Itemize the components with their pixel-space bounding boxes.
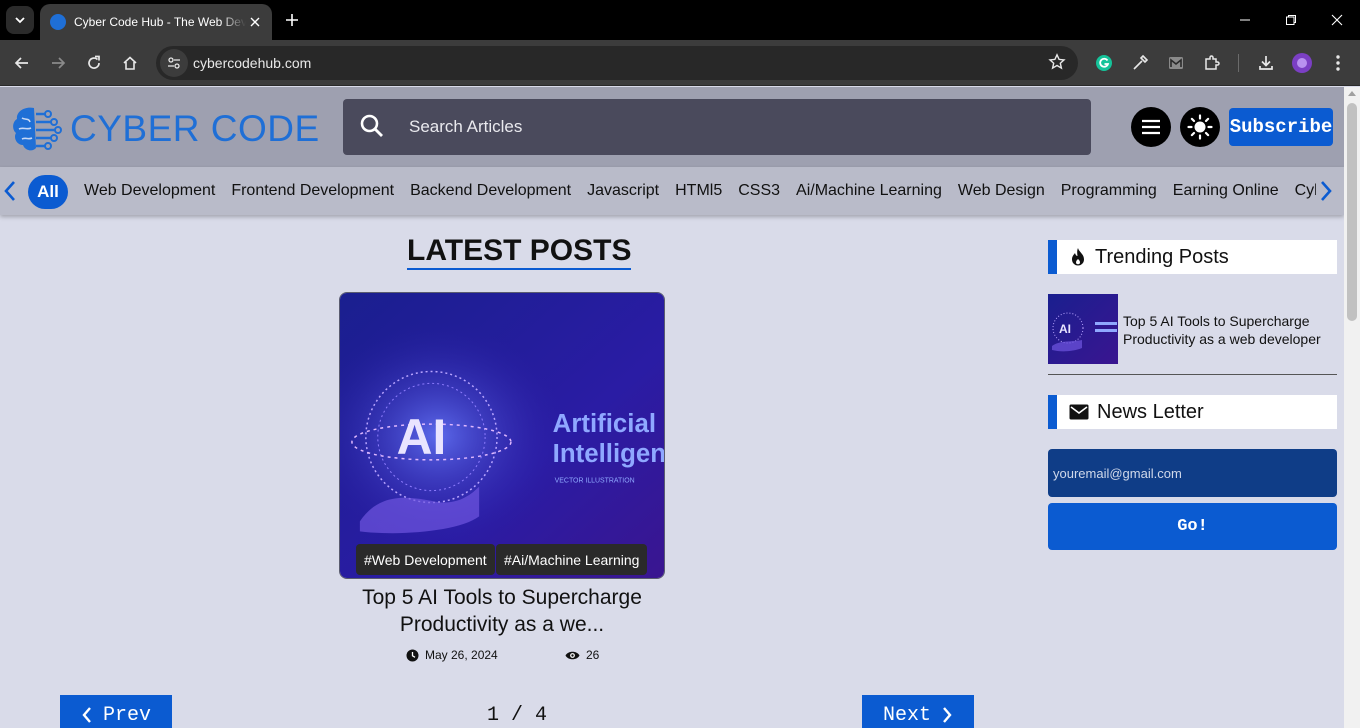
search-box[interactable] bbox=[343, 99, 1091, 155]
restore-icon[interactable] bbox=[1271, 6, 1311, 34]
home-icon[interactable] bbox=[116, 49, 144, 77]
newsletter-email-input[interactable] bbox=[1048, 449, 1337, 497]
mail-icon bbox=[1069, 404, 1089, 420]
tab-title: Cyber Code Hub - The Web Developer Hub bbox=[74, 15, 246, 29]
page-scrollbar[interactable] bbox=[1344, 87, 1360, 728]
site-logo[interactable]: CYBER CODE bbox=[10, 104, 320, 154]
scroll-up-arrow-icon[interactable] bbox=[1348, 91, 1356, 96]
close-window-icon[interactable] bbox=[1317, 6, 1357, 34]
category-scroll-left-icon[interactable] bbox=[0, 179, 20, 203]
post-image-text-line1: Artificial bbox=[553, 410, 656, 438]
fire-icon bbox=[1072, 248, 1084, 266]
grammarly-extension-icon[interactable] bbox=[1090, 49, 1118, 77]
profile-avatar-icon[interactable] bbox=[1288, 49, 1316, 77]
prev-page-button[interactable]: Prev bbox=[60, 695, 172, 728]
category-item[interactable]: Backend Development bbox=[410, 182, 571, 200]
category-item[interactable]: Earning Online bbox=[1173, 182, 1279, 200]
chevron-left-icon bbox=[82, 707, 91, 723]
back-icon[interactable] bbox=[8, 49, 36, 77]
post-date-text: May 26, 2024 bbox=[425, 648, 498, 662]
browser-toolbar: cybercodehub.com bbox=[0, 40, 1360, 86]
category-bar: All Web Development Frontend Development… bbox=[0, 167, 1344, 215]
theme-toggle-button[interactable] bbox=[1180, 107, 1220, 147]
new-tab-icon[interactable] bbox=[280, 8, 304, 32]
category-item[interactable]: Ai/Machine Learning bbox=[796, 182, 942, 200]
newsletter-heading-text: News Letter bbox=[1097, 400, 1204, 423]
chevron-down-icon bbox=[15, 17, 25, 24]
newsletter-heading: News Letter bbox=[1048, 395, 1337, 429]
url-text: cybercodehub.com bbox=[193, 55, 312, 71]
bookmark-star-icon[interactable] bbox=[1048, 53, 1066, 76]
category-item[interactable]: Web Design bbox=[958, 182, 1045, 200]
tab-close-icon[interactable] bbox=[246, 13, 264, 31]
scrollbar-thumb[interactable] bbox=[1347, 103, 1357, 321]
color-picker-extension-icon[interactable] bbox=[1126, 49, 1154, 77]
eye-icon bbox=[565, 651, 580, 659]
post-card[interactable]: AI Artificial Intelligence VECTOR ILLUST… bbox=[339, 292, 665, 579]
category-item[interactable]: Cyber Security bbox=[1295, 182, 1316, 200]
brain-circuit-logo-icon bbox=[13, 107, 62, 151]
category-item[interactable]: Programming bbox=[1061, 182, 1157, 200]
trending-heading: Trending Posts bbox=[1048, 240, 1337, 274]
search-input[interactable] bbox=[409, 111, 1069, 143]
next-page-button[interactable]: Next bbox=[862, 695, 974, 728]
post-views-count: 26 bbox=[586, 648, 600, 662]
menu-button[interactable] bbox=[1131, 107, 1171, 147]
page-indicator: 1 / 4 bbox=[487, 704, 548, 727]
tab-search-button[interactable] bbox=[6, 6, 34, 34]
site-info-icon[interactable] bbox=[160, 49, 188, 77]
category-scroll-right-icon[interactable] bbox=[1316, 179, 1336, 203]
browser-tab[interactable]: Cyber Code Hub - The Web Developer Hub bbox=[40, 4, 272, 40]
trending-heading-text: Trending Posts bbox=[1095, 245, 1229, 268]
site-favicon-icon bbox=[50, 14, 66, 30]
post-tag[interactable]: #Web Development bbox=[356, 544, 495, 575]
web-page: CYBER CODE Subscribe All Web De bbox=[0, 87, 1344, 728]
download-icon[interactable] bbox=[1252, 49, 1280, 77]
site-header: CYBER CODE Subscribe bbox=[0, 87, 1344, 167]
toolbar-divider bbox=[1238, 54, 1239, 72]
category-item[interactable]: Javascript bbox=[587, 182, 659, 200]
trending-post-title[interactable]: Top 5 AI Tools to Supercharge Productivi… bbox=[1123, 312, 1337, 348]
post-date: May 26, 2024 bbox=[406, 648, 498, 662]
prev-label: Prev bbox=[102, 703, 151, 727]
sun-icon bbox=[1187, 114, 1213, 140]
category-item[interactable]: Frontend Development bbox=[231, 182, 394, 200]
clock-icon bbox=[406, 649, 419, 661]
category-all-button[interactable]: All bbox=[28, 175, 68, 209]
post-image-subtext: VECTOR ILLUSTRATION bbox=[555, 478, 635, 485]
minimize-icon[interactable] bbox=[1225, 6, 1265, 34]
gmail-extension-icon[interactable] bbox=[1162, 49, 1190, 77]
category-list: Web Development Frontend Development Bac… bbox=[84, 182, 1316, 200]
category-item[interactable]: HTMl5 bbox=[675, 182, 722, 200]
chevron-right-icon bbox=[943, 707, 952, 723]
post-views: 26 bbox=[565, 648, 599, 662]
post-tag[interactable]: #Ai/Machine Learning bbox=[496, 544, 648, 575]
logo-text: CYBER CODE bbox=[70, 108, 320, 149]
extensions-puzzle-icon[interactable] bbox=[1198, 49, 1226, 77]
hamburger-menu-icon bbox=[1142, 119, 1160, 135]
category-item[interactable]: Web Development bbox=[84, 182, 215, 200]
reload-icon[interactable] bbox=[80, 49, 108, 77]
post-image-text-line2: Intelligence bbox=[553, 440, 664, 468]
browser-tabstrip: Cyber Code Hub - The Web Developer Hub bbox=[0, 0, 1360, 40]
trending-post-item[interactable]: AI Top 5 AI Tools to Supercharge Product… bbox=[1048, 294, 1337, 375]
category-item[interactable]: CSS3 bbox=[738, 182, 780, 200]
forward-icon[interactable] bbox=[44, 49, 72, 77]
trending-thumb-ai-text: AI bbox=[1059, 322, 1071, 336]
post-thumbnail-image[interactable]: AI Artificial Intelligence VECTOR ILLUST… bbox=[340, 293, 664, 578]
post-title[interactable]: Top 5 AI Tools to Supercharge Productivi… bbox=[339, 584, 665, 638]
trending-post-thumbnail[interactable]: AI bbox=[1048, 294, 1118, 364]
search-icon[interactable] bbox=[359, 113, 385, 144]
address-bar[interactable]: cybercodehub.com bbox=[156, 46, 1078, 80]
subscribe-button[interactable]: Subscribe bbox=[1229, 108, 1333, 146]
newsletter-go-button[interactable]: Go! bbox=[1048, 503, 1337, 550]
latest-posts-heading: LATEST POSTS bbox=[407, 234, 632, 270]
browser-menu-icon[interactable] bbox=[1324, 49, 1352, 77]
next-label: Next bbox=[882, 703, 931, 727]
post-image-ai-text: AI bbox=[397, 409, 447, 465]
